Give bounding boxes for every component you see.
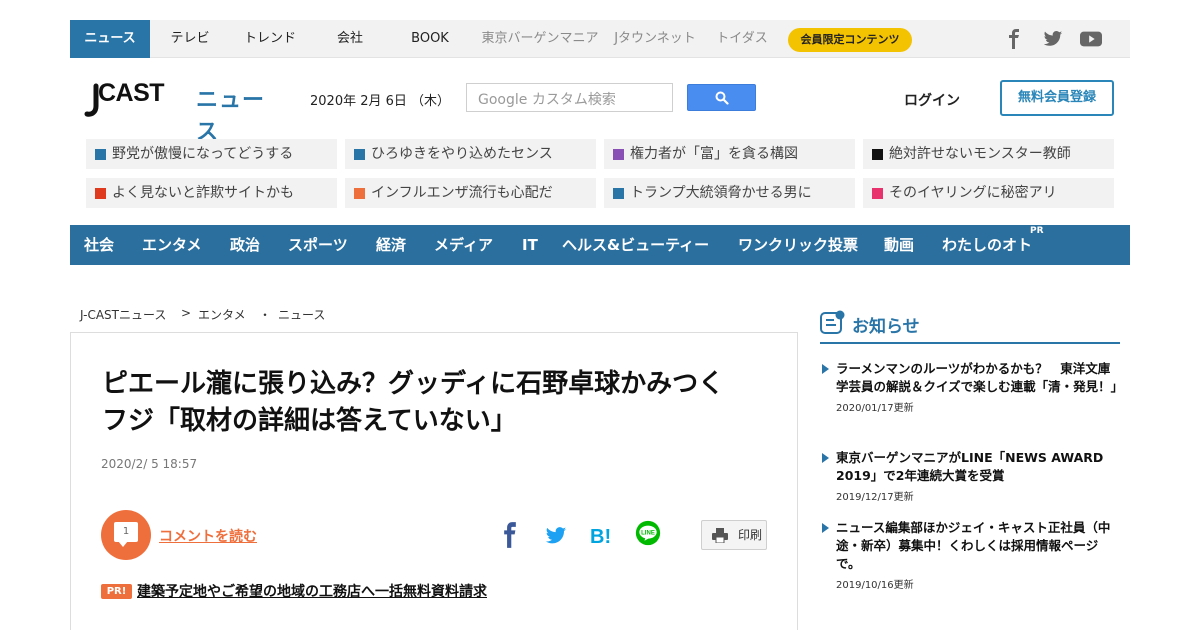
notice-updated: 2020/01/17更新 <box>836 403 914 414</box>
category-one-click-vote[interactable]: ワンクリック投票 <box>738 225 858 265</box>
bullet-square-icon <box>354 149 365 160</box>
topnav-book[interactable]: BOOK <box>392 20 468 58</box>
triangle-right-icon <box>822 453 829 463</box>
login-link[interactable]: ログイン <box>904 90 960 110</box>
notice-section-header: お知らせ <box>820 310 1120 344</box>
category-video[interactable]: 動画 <box>884 225 914 265</box>
topnav-j-town-net[interactable]: Jタウンネット <box>610 20 700 58</box>
category-society[interactable]: 社会 <box>84 225 114 265</box>
member-content-button[interactable]: 会員限定コンテンツ <box>788 28 912 52</box>
category-navigation: 社会 エンタメ 政治 スポーツ 経済 メディア IT ヘルス&ビューティー ワン… <box>70 225 1130 265</box>
bullet-square-icon <box>613 149 624 160</box>
notice-icon <box>820 310 845 334</box>
print-button[interactable]: 印刷 <box>701 520 767 550</box>
pr-label: PR <box>1030 226 1044 236</box>
bullet-square-icon <box>95 188 106 199</box>
jcast-news-logo[interactable]: CAST ニュース <box>84 78 284 145</box>
pr-badge: PR! <box>101 584 132 599</box>
search-button[interactable] <box>687 84 756 111</box>
trending-item[interactable]: ひろゆきをやり込めたセンス <box>345 139 596 169</box>
triangle-right-icon <box>822 364 829 374</box>
notice-title: お知らせ <box>852 317 920 337</box>
bullet-square-icon <box>613 188 624 199</box>
category-entertainment[interactable]: エンタメ <box>142 225 202 265</box>
svg-text:LINE: LINE <box>641 531 655 537</box>
notice-text: ラーメンマンのルーツがわかるかも？ 東洋文庫学芸員の解説＆クイズで楽しむ連載「清… <box>836 361 1124 394</box>
logo-cast-text: CAST <box>98 79 165 107</box>
youtube-icon[interactable] <box>1080 29 1102 49</box>
breadcrumb-separator: > <box>181 306 192 320</box>
free-register-button[interactable]: 無料会員登録 <box>1000 80 1114 116</box>
breadcrumb-news[interactable]: ニュース <box>278 306 325 323</box>
category-health-beauty[interactable]: ヘルス&ビューティー <box>562 225 709 265</box>
category-sports[interactable]: スポーツ <box>288 225 348 265</box>
bullet-square-icon <box>872 149 883 160</box>
search-input[interactable]: Google カスタム検索 <box>466 83 673 112</box>
twitter-share-icon[interactable] <box>545 522 567 548</box>
topnav-trend[interactable]: トレンド <box>230 20 310 58</box>
trending-item[interactable]: そのイヤリングに秘密アリ <box>863 178 1114 208</box>
bullet-square-icon <box>354 188 365 199</box>
category-it[interactable]: IT <box>522 225 538 265</box>
printer-icon <box>712 528 728 543</box>
notice-item[interactable]: ニュース編集部ほかジェイ・キャスト正社員（中途・新卒）募集中！くわしくは採用情報… <box>822 519 1120 591</box>
trending-item[interactable]: インフルエンザ流行も心配だ <box>345 178 596 208</box>
logo-news-text: ニュース <box>196 88 266 145</box>
notice-text: ニュース編集部ほかジェイ・キャスト正社員（中途・新卒）募集中！くわしくは採用情報… <box>836 520 1111 571</box>
top-navigation: ニュース テレビ トレンド 会社 BOOK 東京バーゲンマニア Jタウンネット … <box>70 20 1130 58</box>
trending-item[interactable]: トランプ大統領脅かせる男に <box>604 178 855 208</box>
category-watashi-no-oto[interactable]: わたしのオト <box>942 225 1032 265</box>
topnav-news[interactable]: ニュース <box>70 20 150 58</box>
comment-count: 1 <box>114 522 138 542</box>
speech-bubble-icon <box>118 541 128 547</box>
category-economy[interactable]: 経済 <box>376 225 406 265</box>
facebook-share-icon[interactable] <box>503 522 517 548</box>
category-politics[interactable]: 政治 <box>230 225 260 265</box>
notice-text: 東京バーゲンマニアがLINE「NEWS AWARD 2019」で2年連続大賞を受… <box>836 450 1104 483</box>
triangle-right-icon <box>822 523 829 533</box>
article-date: 2020/2/ 5 18:57 <box>101 457 198 471</box>
bullet-square-icon <box>872 188 883 199</box>
current-date: 2020年 2月 6日 （木） <box>310 94 451 109</box>
notice-updated: 2019/10/16更新 <box>836 580 914 591</box>
notice-updated: 2019/12/17更新 <box>836 492 914 503</box>
category-media[interactable]: メディア <box>434 225 493 265</box>
facebook-icon[interactable] <box>1008 29 1020 49</box>
twitter-icon[interactable] <box>1043 29 1063 49</box>
trending-item[interactable]: よく見ないと詐欺サイトかも <box>86 178 337 208</box>
pr-ad-link[interactable]: 建築予定地やご希望の地域の工務店へ一括無料資料請求 <box>137 581 487 601</box>
comment-button[interactable]: 1 <box>101 510 151 560</box>
trending-item[interactable]: 野党が傲慢になってどうする <box>86 139 337 169</box>
hatena-bookmark-icon[interactable]: B! <box>590 522 614 548</box>
line-share-icon[interactable]: LINE <box>633 520 663 546</box>
trending-item[interactable]: 絶対許せないモンスター教師 <box>863 139 1114 169</box>
topnav-tv[interactable]: テレビ <box>154 20 226 58</box>
breadcrumb-home[interactable]: J-CASTニュース <box>80 306 166 323</box>
print-label: 印刷 <box>738 528 763 542</box>
breadcrumb-separator: ・ <box>259 308 272 322</box>
bullet-square-icon <box>95 149 106 160</box>
topnav-toidas[interactable]: トイダス <box>708 20 776 58</box>
breadcrumb-entertainment[interactable]: エンタメ <box>198 306 246 323</box>
topnav-company[interactable]: 会社 <box>314 20 386 58</box>
search-icon <box>715 91 729 105</box>
svg-text:B!: B! <box>590 526 611 548</box>
notice-item[interactable]: 東京バーゲンマニアがLINE「NEWS AWARD 2019」で2年連続大賞を受… <box>822 449 1120 503</box>
trending-item[interactable]: 権力者が「富」を貪る構図 <box>604 139 855 169</box>
notice-item[interactable]: ラーメンマンのルーツがわかるかも？ 東洋文庫学芸員の解説＆クイズで楽しむ連載「清… <box>822 360 1124 414</box>
read-comments-link[interactable]: コメントを読む <box>159 526 257 546</box>
article-title: ピエール瀧に張り込み？グッディに石野卓球かみつく フジ「取材の詳細は答えていない… <box>102 369 751 436</box>
topnav-tokyo-bargain-mania[interactable]: 東京バーゲンマニア <box>476 20 604 58</box>
